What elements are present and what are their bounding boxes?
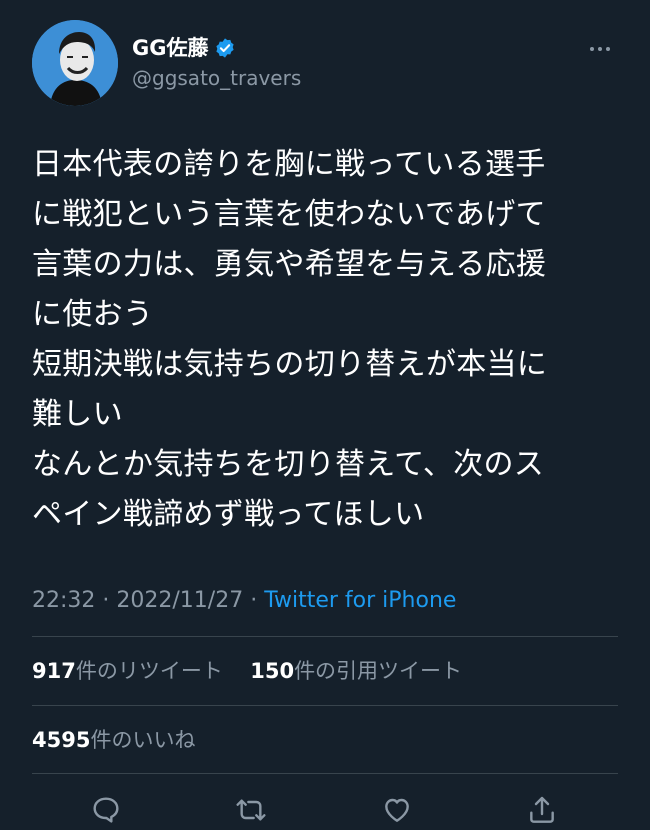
tweet-line: なんとか気持ちを切り替えて、次のス	[32, 447, 545, 482]
retweet-icon[interactable]	[235, 794, 267, 826]
display-name-row[interactable]: GG佐藤	[132, 34, 301, 62]
tweet-meta: 22:32 · 2022/11/27 · Twitter for iPhone	[32, 584, 456, 618]
engagement-stats: 917件のリツイート 150件の引用ツイート	[32, 655, 462, 687]
user-handle[interactable]: @ggsato_travers	[132, 64, 301, 92]
tweet-line: 短期決戦は気持ちの切り替えが本当に	[32, 347, 548, 382]
retweets-count: 917	[32, 659, 76, 683]
quotes-count: 150	[250, 659, 295, 683]
tweet-date[interactable]: 2022/11/27	[116, 588, 243, 613]
meta-separator: ·	[95, 588, 117, 613]
divider	[32, 636, 618, 637]
likes-label: 件のいいね	[90, 728, 196, 752]
divider	[32, 705, 618, 706]
likes-stat[interactable]: 4595件のいいね	[32, 724, 195, 756]
tweet-line: 難しい	[32, 397, 123, 432]
like-icon[interactable]	[381, 794, 413, 826]
share-icon[interactable]	[526, 794, 558, 826]
avatar-image	[32, 20, 118, 106]
tweet-line: 日本代表の誇りを胸に戦っている選手	[32, 147, 546, 182]
retweets-label: 件のリツイート	[75, 659, 223, 683]
tweet-line: に使おう	[32, 297, 154, 332]
display-name[interactable]: GG佐藤	[132, 34, 208, 62]
avatar[interactable]	[32, 20, 118, 106]
tweet-time[interactable]: 22:32	[32, 588, 95, 613]
reply-icon[interactable]	[90, 794, 122, 826]
tweet-line: 言葉の力は、勇気や希望を与える応援	[32, 247, 547, 282]
quotes-label: 件の引用ツイート	[294, 659, 463, 683]
verified-badge-icon	[214, 37, 236, 59]
tweet-line: ペイン戦諦めず戦ってほしい	[32, 497, 425, 532]
divider	[32, 773, 618, 774]
meta-separator: ·	[243, 588, 265, 613]
tweet-header: GG佐藤 @ggsato_travers	[32, 20, 622, 106]
more-icon[interactable]	[590, 36, 614, 56]
likes-count: 4595	[32, 728, 91, 752]
action-bar	[0, 790, 650, 824]
tweet-source-link[interactable]: Twitter for iPhone	[264, 588, 456, 613]
quotes-stat[interactable]: 150件の引用ツイート	[250, 659, 462, 683]
retweets-stat[interactable]: 917件のリツイート	[32, 659, 223, 683]
tweet-line: に戦犯という言葉を使わないであげて	[32, 197, 546, 232]
tweet-text: 日本代表の誇りを胸に戦っている選手 に戦犯という言葉を使わないであげて 言葉の力…	[32, 140, 622, 540]
